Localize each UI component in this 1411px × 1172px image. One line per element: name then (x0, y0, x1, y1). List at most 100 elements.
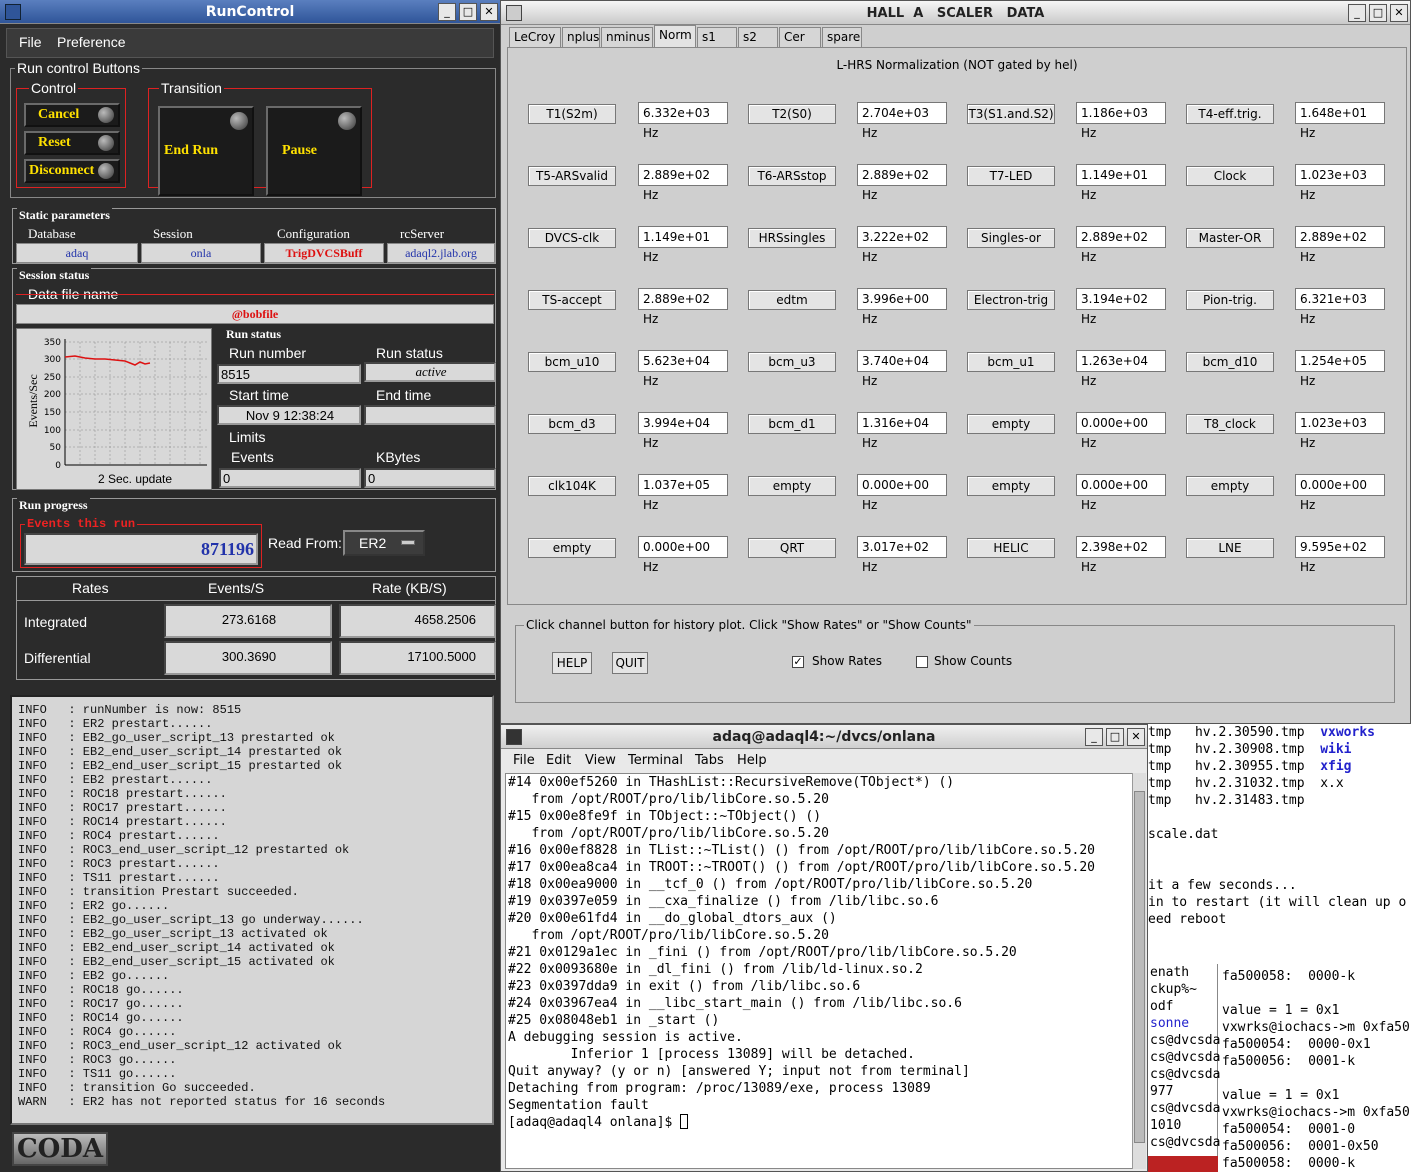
integrated-label: Integrated (24, 614, 88, 630)
log-line: INFO : EB2_end_user_script_14 activated … (18, 941, 335, 955)
log-line: INFO : ROC3 prestart...... (18, 857, 220, 871)
message-log[interactable]: INFO : runNumber is now: 8515 INFO : ER2 … (10, 695, 494, 1125)
bg-red-bar (1148, 1156, 1218, 1172)
channel-button[interactable]: empty (967, 476, 1055, 496)
menu-file[interactable]: File (513, 753, 535, 768)
events-this-run-value: 871196 (24, 533, 258, 565)
disconnect-button[interactable]: Disconnect (24, 159, 120, 183)
runcontrol-titlebar[interactable]: RunControl _ □ ✕ (0, 0, 500, 24)
menu-preference[interactable]: Preference (57, 34, 125, 50)
maximize-icon[interactable]: □ (459, 3, 477, 21)
menu-file[interactable]: File (19, 34, 42, 50)
channel-button[interactable]: Master-OR (1186, 228, 1274, 248)
close-icon[interactable]: ✕ (1127, 728, 1145, 746)
channel-button[interactable]: bcm_d10 (1186, 352, 1274, 372)
tab-s2[interactable]: s2 (738, 27, 778, 47)
channel-button[interactable]: bcm_u3 (748, 352, 836, 372)
pause-button[interactable]: Pause (266, 106, 362, 196)
channel-button[interactable]: T5-ARSvalid (528, 166, 616, 186)
bg-line (1222, 985, 1410, 1002)
channel-button[interactable]: empty (1186, 476, 1274, 496)
reset-button[interactable]: Reset (24, 131, 120, 155)
channel-rate: 1.648e+01 Hz (1295, 102, 1385, 140)
terminal-titlebar[interactable]: adaq@adaql4:~/dvcs/onlana _ □ ✕ (501, 725, 1147, 749)
terminal-icon[interactable] (506, 729, 522, 745)
window-menu-icon[interactable] (5, 4, 21, 20)
channel-button[interactable]: empty (748, 476, 836, 496)
menu-help[interactable]: Help (737, 753, 767, 768)
minimize-icon[interactable]: _ (1348, 4, 1366, 22)
channel-button[interactable]: T7-LED (967, 166, 1055, 186)
tab-lecroy[interactable]: LeCroy (509, 27, 561, 47)
kbytes-limit-input[interactable]: 0 (364, 468, 496, 488)
channel-button[interactable]: Electron-trig (967, 290, 1055, 310)
show-counts-checkbox[interactable] (916, 656, 928, 668)
channel-button[interactable]: T8_clock (1186, 414, 1274, 434)
channel-rate: 3.222e+02 Hz (857, 226, 947, 264)
channel-rate: 0.000e+00 Hz (1295, 474, 1385, 512)
scroll-thumb[interactable] (1134, 791, 1145, 1143)
channel-button[interactable]: HELIC (967, 538, 1055, 558)
channel-button[interactable]: T4-eff.trig. (1186, 104, 1274, 124)
minimize-icon[interactable]: _ (1085, 728, 1103, 746)
cancel-button[interactable]: Cancel (24, 103, 120, 127)
close-icon[interactable]: ✕ (480, 3, 498, 21)
terminal-line: #17 0x00ea8ca4 in TROOT::~TROOT() () fro… (508, 860, 1095, 875)
maximize-icon[interactable]: □ (1106, 728, 1124, 746)
channel-button[interactable]: Pion-trig. (1186, 290, 1274, 310)
channel-button[interactable]: Clock (1186, 166, 1274, 186)
menu-edit[interactable]: Edit (546, 753, 571, 768)
tab-norm[interactable]: Norm (654, 25, 696, 47)
channel-button[interactable]: empty (967, 414, 1055, 434)
channel-button[interactable]: T3(S1.and.S2) (967, 104, 1055, 124)
minimize-icon[interactable]: _ (438, 3, 456, 21)
bg-link: vxworks (1320, 725, 1375, 740)
quit-button[interactable]: QUIT (612, 652, 648, 674)
led-icon (98, 163, 114, 179)
run-status-value: active (364, 362, 496, 382)
channel-button[interactable]: empty (528, 538, 616, 558)
menu-tabs[interactable]: Tabs (695, 753, 724, 768)
tab-s1[interactable]: s1 (697, 27, 737, 47)
tab-nplus[interactable]: nplus (562, 27, 600, 47)
channel-button[interactable]: LNE (1186, 538, 1274, 558)
menu-view[interactable]: View (585, 753, 616, 768)
events-limit-input[interactable]: 0 (219, 468, 361, 488)
dropdown-icon (401, 540, 415, 545)
scaler-titlebar[interactable]: HALL A SCALER DATA _ □ ✕ (501, 1, 1410, 25)
channel-button[interactable]: clk104K (528, 476, 616, 496)
channel-button[interactable]: bcm_d1 (748, 414, 836, 434)
channel-button[interactable]: QRT (748, 538, 836, 558)
differential-rate-value: 17100.5000 (339, 641, 496, 675)
terminal-output[interactable]: #14 0x00ef5260 in THashList::RecursiveRe… (505, 773, 1133, 1169)
channel-button[interactable]: edtm (748, 290, 836, 310)
terminal-line: from /opt/ROOT/pro/lib/libCore.so.5.20 (508, 792, 829, 807)
close-icon[interactable]: ✕ (1390, 4, 1408, 22)
maximize-icon[interactable]: □ (1369, 4, 1387, 22)
help-button[interactable]: HELP (552, 652, 592, 674)
terminal-scrollbar[interactable] (1132, 773, 1146, 1169)
bg-link: wiki (1320, 742, 1352, 757)
end-run-button[interactable]: End Run (158, 106, 254, 196)
channel-button[interactable]: HRSsingles (748, 228, 836, 248)
read-from-select[interactable]: ER2 (343, 530, 425, 556)
show-rates-checkbox[interactable]: ✓ (792, 656, 804, 668)
menu-terminal[interactable]: Terminal (628, 753, 683, 768)
window-menu-icon[interactable] (506, 5, 522, 21)
channel-button[interactable]: Singles-or (967, 228, 1055, 248)
bg-line: tmp hv.2.30955.tmp xfig (1148, 758, 1375, 775)
channel-button[interactable]: TS-accept (528, 290, 616, 310)
channel-button[interactable]: T2(S0) (748, 104, 836, 124)
tab-spare[interactable]: spare (822, 27, 862, 47)
channel-button[interactable]: T6-ARSstop (748, 166, 836, 186)
tab-cer[interactable]: Cer (779, 27, 821, 47)
channel-button[interactable]: bcm_d3 (528, 414, 616, 434)
terminal-line: #24 0x03967ea4 in __libc_start_main () f… (508, 996, 962, 1011)
channel-button[interactable]: T1(S2m) (528, 104, 616, 124)
channel-button[interactable]: DVCS-clk (528, 228, 616, 248)
run-status-group-label: Run status (226, 327, 282, 341)
tab-nminus[interactable]: nminus (601, 27, 653, 47)
transition-label: Transition (159, 80, 224, 96)
channel-button[interactable]: bcm_u10 (528, 352, 616, 372)
channel-button[interactable]: bcm_u1 (967, 352, 1055, 372)
